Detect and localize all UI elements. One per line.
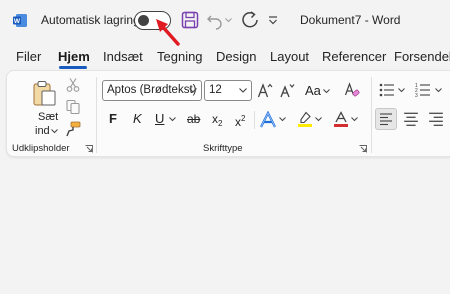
font-launcher-icon[interactable] (359, 145, 367, 153)
change-case-chevron-icon[interactable] (323, 89, 330, 94)
underline-chevron-icon[interactable] (169, 117, 176, 122)
italic-button[interactable]: K (133, 111, 142, 127)
title-bar: W Automatisk lagring Dokument7 - Word (0, 0, 450, 40)
align-center-icon[interactable] (403, 111, 419, 127)
chevron-down-icon (189, 88, 197, 93)
align-right-icon[interactable] (428, 111, 444, 127)
grow-font-icon[interactable] (257, 82, 273, 98)
font-group-label: Skrifttype (203, 143, 243, 154)
bullets-icon[interactable] (379, 82, 395, 98)
autosave-label: Automatisk lagring (41, 13, 140, 27)
text-effects-chevron-icon[interactable] (279, 117, 286, 122)
document-canvas[interactable] (0, 165, 450, 294)
change-case-button[interactable]: Aa (305, 83, 321, 99)
undo-icon[interactable] (205, 10, 225, 30)
align-left-button[interactable] (375, 108, 397, 130)
superscript-mark: 2 (241, 114, 246, 123)
subscript-mark: 2 (218, 119, 223, 128)
superscript-button[interactable]: x2 (235, 111, 245, 130)
tab-referencer[interactable]: Referencer (322, 49, 386, 64)
clipboard-group-label: Udklipsholder (12, 143, 70, 154)
customize-toolbar-icon[interactable] (266, 13, 280, 27)
tab-forsendelser[interactable]: Forsendels (394, 49, 450, 64)
tab-indsaet[interactable]: Indsæt (103, 49, 143, 64)
autosave-toggle[interactable] (134, 11, 171, 30)
tab-hjem[interactable]: Hjem (58, 49, 90, 64)
ribbon-tabs: Filer Hjem Indsæt Tegning Design Layout … (0, 44, 450, 68)
redo-icon[interactable] (240, 10, 260, 30)
format-painter-icon[interactable] (65, 121, 81, 137)
toggle-knob (138, 14, 149, 26)
tab-design[interactable]: Design (216, 49, 256, 64)
font-name-dropdown[interactable]: Aptos (Brødtekst) (102, 80, 202, 101)
bullets-chevron-icon[interactable] (398, 88, 405, 93)
strikethrough-button[interactable]: ab (187, 111, 200, 127)
underline-button[interactable]: U (155, 111, 164, 127)
clear-formatting-icon[interactable] (344, 82, 360, 98)
undo-chevron-icon[interactable] (225, 18, 232, 23)
numbering-chevron-icon[interactable] (435, 88, 442, 93)
document-title: Dokument7 - Word (300, 13, 401, 27)
group-separator (96, 77, 97, 153)
font-size-dropdown[interactable]: 12 (204, 80, 252, 101)
numbering-icon[interactable]: 1 2 3 (415, 82, 431, 98)
highlight-icon[interactable] (297, 111, 313, 127)
text-effects-icon[interactable] (259, 111, 277, 129)
subscript-button[interactable]: x2 (212, 111, 222, 132)
font-name-value: Aptos (Brødtekst) (107, 84, 197, 96)
tab-filer[interactable]: Filer (16, 49, 41, 64)
font-color-icon[interactable] (333, 111, 349, 127)
tab-tegning[interactable]: Tegning (157, 49, 203, 64)
svg-text:3: 3 (415, 93, 418, 98)
save-icon[interactable] (180, 10, 200, 30)
font-color-chevron-icon[interactable] (351, 117, 358, 122)
paste-dropdown-label[interactable]: ind (35, 125, 50, 137)
group-separator (371, 77, 372, 153)
svg-text:W: W (14, 18, 21, 25)
tab-layout[interactable]: Layout (270, 49, 309, 64)
cut-icon[interactable] (65, 77, 81, 93)
paste-icon[interactable] (31, 79, 59, 107)
word-logo-icon: W (13, 14, 27, 27)
paste-chevron-icon[interactable] (51, 129, 58, 134)
align-left-icon (380, 113, 392, 126)
bold-button[interactable]: F (109, 111, 117, 127)
copy-icon[interactable] (65, 99, 81, 115)
ribbon-panel: Sæt ind Udklipsholder Aptos (Brødtekst) … (6, 70, 450, 157)
shrink-font-icon[interactable] (279, 82, 295, 98)
inline-separator (254, 111, 255, 129)
paste-label[interactable]: Sæt (38, 111, 58, 123)
chevron-down-icon (239, 88, 247, 93)
clipboard-launcher-icon[interactable] (85, 145, 93, 153)
highlight-chevron-icon[interactable] (315, 117, 322, 122)
font-size-value: 12 (209, 84, 222, 96)
active-tab-indicator (59, 66, 87, 69)
